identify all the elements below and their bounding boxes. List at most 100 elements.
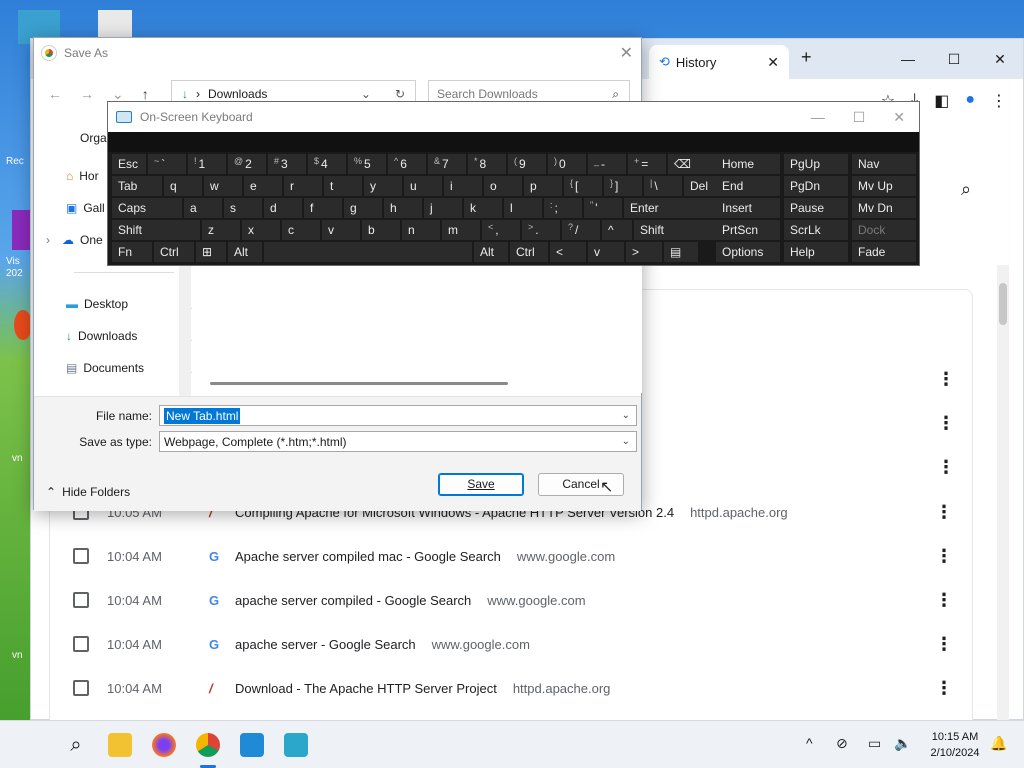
row-menu-button[interactable]: ⋮: [935, 678, 953, 699]
osk-key[interactable]: ⊞: [196, 242, 226, 262]
osk-key[interactable]: }]: [604, 176, 642, 196]
maximize-button[interactable]: ☐: [931, 39, 977, 79]
osk-nav-key[interactable]: Insert: [716, 198, 780, 218]
osk-key[interactable]: Alt: [228, 242, 262, 262]
osk-key[interactable]: <: [550, 242, 586, 262]
osk-close-button[interactable]: ✕: [893, 109, 905, 126]
osk-key[interactable]: f: [304, 198, 342, 218]
refresh-icon[interactable]: ↻: [395, 87, 405, 101]
search-icon[interactable]: ⌕: [64, 733, 88, 757]
photos-icon[interactable]: [240, 733, 264, 757]
osk-key[interactable]: ? /: [562, 220, 600, 240]
osk-key[interactable]: >: [626, 242, 662, 262]
osk-key[interactable]: >.: [522, 220, 560, 240]
osk-key[interactable]: {[: [564, 176, 602, 196]
osk-key[interactable]: Esc: [112, 154, 146, 174]
osk-key[interactable]: v: [588, 242, 624, 262]
osk-key[interactable]: m: [442, 220, 480, 240]
osk-key[interactable]: i: [444, 176, 482, 196]
hide-folders-button[interactable]: ⌃ Hide Folders: [46, 485, 130, 499]
save-type-select[interactable]: Webpage, Complete (*.htm;*.html) ⌄: [159, 431, 637, 452]
chrome-icon[interactable]: [196, 733, 220, 757]
osk-key[interactable]: k: [464, 198, 502, 218]
expand-chevron-icon[interactable]: ›: [46, 233, 50, 247]
forward-arrow-icon[interactable]: →: [80, 86, 94, 103]
chrome-menu-icon[interactable]: ⋮: [991, 91, 1007, 111]
row-menu-button[interactable]: ⋮: [935, 590, 953, 611]
firefox-icon[interactable]: [152, 733, 176, 757]
osk-key[interactable]: a: [184, 198, 222, 218]
osk-nav-key[interactable]: Home: [716, 154, 780, 174]
osk-key[interactable]: Ctrl: [154, 242, 194, 262]
history-row[interactable]: 10:04 AM / Download - The Apache HTTP Se…: [49, 666, 973, 710]
osk-nav-key[interactable]: Pause: [784, 198, 848, 218]
file-explorer-icon[interactable]: [108, 733, 132, 757]
osk-key[interactable]: $4: [308, 154, 346, 174]
display-icon[interactable]: ▭: [868, 735, 881, 752]
osk-key[interactable]: j: [424, 198, 462, 218]
osk-key[interactable]: _ -: [588, 154, 626, 174]
osk-nav-key[interactable]: Fade: [852, 242, 916, 262]
desktop-icon-vs[interactable]: [12, 210, 32, 250]
osk-key[interactable]: Caps: [112, 198, 182, 218]
osk-key[interactable]: % 5: [348, 154, 386, 174]
osk-key[interactable]: <,: [482, 220, 520, 240]
osk-key[interactable]: Shift: [634, 220, 716, 240]
osk-key[interactable]: t: [324, 176, 362, 196]
close-button[interactable]: ✕: [977, 39, 1023, 79]
osk-key[interactable]: s: [224, 198, 262, 218]
row-checkbox[interactable]: [73, 592, 89, 608]
osk-key[interactable]: | \: [644, 176, 682, 196]
osk-minimize-button[interactable]: —: [811, 109, 825, 126]
osk-key[interactable]: :;: [544, 198, 582, 218]
row-menu-button[interactable]: ⋮: [935, 502, 953, 523]
osk-key[interactable]: #3: [268, 154, 306, 174]
osk-key[interactable]: [264, 242, 472, 262]
row-title[interactable]: apache server - Google Search: [235, 637, 416, 652]
notification-bell-icon[interactable]: 🔔: [990, 735, 1007, 752]
osk-nav-key[interactable]: Dock: [852, 220, 916, 240]
osk-key[interactable]: p: [524, 176, 562, 196]
row-menu-button[interactable]: ⋮: [937, 413, 955, 434]
osk-nav-key[interactable]: Options: [716, 242, 780, 262]
osk-key[interactable]: e: [244, 176, 282, 196]
osk-key[interactable]: l: [504, 198, 542, 218]
osk-nav-key[interactable]: PgDn: [784, 176, 848, 196]
row-checkbox[interactable]: [73, 636, 89, 652]
dialog-close-button[interactable]: ✕: [620, 43, 633, 63]
osk-key[interactable]: ! 1: [188, 154, 226, 174]
chevron-down-icon[interactable]: ⌄: [622, 410, 630, 421]
osk-nav-key[interactable]: Help: [784, 242, 848, 262]
osk-key[interactable]: Fn: [112, 242, 152, 262]
osk-nav-key[interactable]: PgUp: [784, 154, 848, 174]
row-title[interactable]: apache server compiled - Google Search: [235, 593, 471, 608]
osk-key[interactable]: ▤: [664, 242, 698, 262]
sidepanel-icon[interactable]: ◧: [934, 91, 949, 111]
file-name-input[interactable]: New Tab.html ⌄: [159, 405, 637, 426]
scrollbar-thumb[interactable]: [999, 283, 1007, 325]
taskbar-clock[interactable]: 10:15 AM 2/10/2024: [922, 729, 988, 761]
osk-key[interactable]: y: [364, 176, 402, 196]
row-title[interactable]: Apache server compiled mac - Google Sear…: [235, 549, 501, 564]
tray-chevron-icon[interactable]: ^: [806, 735, 813, 751]
osk-nav-key[interactable]: PrtScn: [716, 220, 780, 240]
osk-key[interactable]: * 8: [468, 154, 506, 174]
row-menu-button[interactable]: ⋮: [937, 457, 955, 478]
history-row[interactable]: 10:04 AM G Apache server compiled mac - …: [49, 534, 973, 578]
row-checkbox[interactable]: [73, 548, 89, 564]
row-menu-button[interactable]: ⋮: [935, 546, 953, 567]
osk-key[interactable]: n: [402, 220, 440, 240]
keyboard-app-icon[interactable]: [284, 733, 308, 757]
osk-key[interactable]: x: [242, 220, 280, 240]
osk-key[interactable]: ^ 6: [388, 154, 426, 174]
row-menu-button[interactable]: ⋮: [935, 634, 953, 655]
address-dropdown-icon[interactable]: ⌄: [361, 87, 371, 101]
osk-key[interactable]: " ': [584, 198, 622, 218]
sidebar-item-onedrive[interactable]: › ☁ One: [46, 233, 103, 247]
page-scrollbar[interactable]: [997, 265, 1009, 721]
osk-key[interactable]: u: [404, 176, 442, 196]
back-arrow-icon[interactable]: ←: [48, 86, 62, 103]
osk-key[interactable]: d: [264, 198, 302, 218]
row-menu-button[interactable]: ⋮: [937, 369, 955, 390]
osk-key[interactable]: Shift: [112, 220, 200, 240]
